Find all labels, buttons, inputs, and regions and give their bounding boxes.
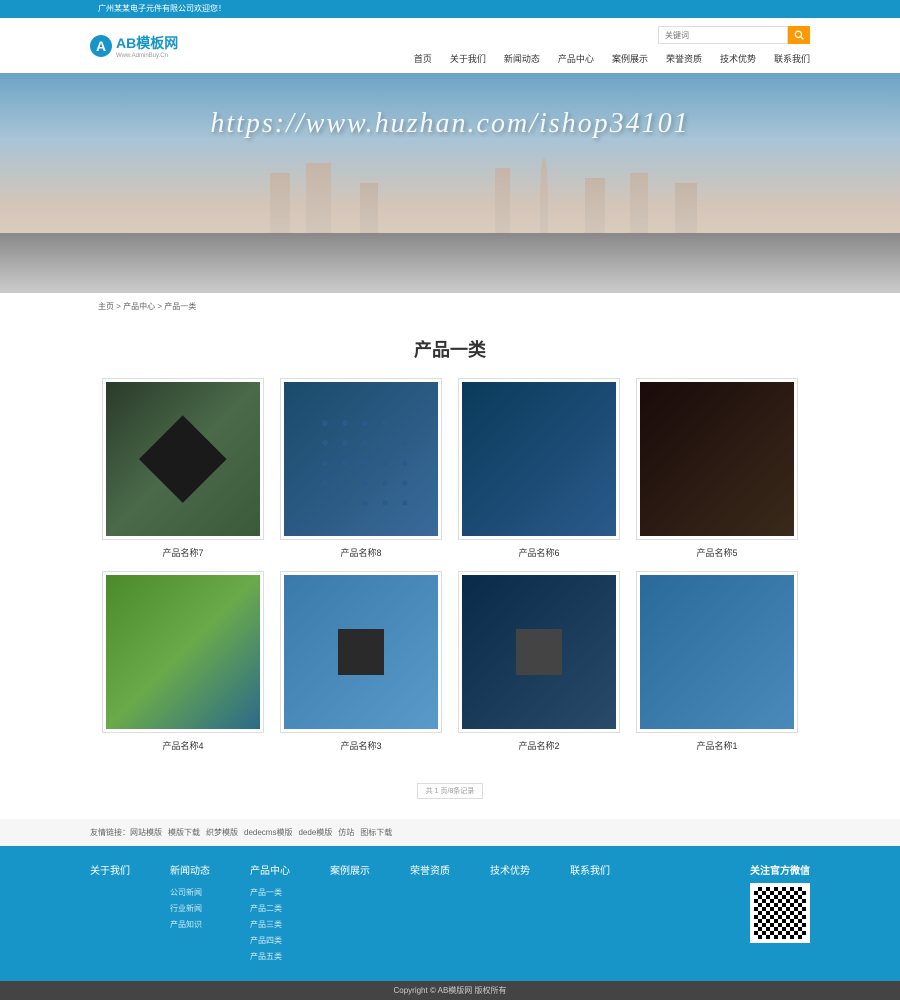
product-item[interactable]: 产品名称1 (636, 571, 798, 752)
footer: 关于我们新闻动态公司新闻行业新闻产品知识产品中心产品一类产品二类产品三类产品四类… (0, 846, 900, 981)
footer-col-title[interactable]: 案例展示 (330, 862, 370, 877)
product-image (458, 571, 620, 733)
footer-column: 产品中心产品一类产品二类产品三类产品四类产品五类 (250, 862, 290, 965)
footer-link[interactable]: 产品四类 (250, 933, 290, 949)
nav-home[interactable]: 首页 (414, 52, 432, 65)
product-item[interactable]: 产品名称8 (280, 378, 442, 559)
breadcrumb: 主页 > 产品中心 > 产品一类 (90, 293, 810, 320)
page-title: 产品一类 (90, 320, 810, 378)
footer-col-title[interactable]: 新闻动态 (170, 862, 210, 877)
footer-link[interactable]: 行业新闻 (170, 901, 210, 917)
footer-col-title[interactable]: 荣誉资质 (410, 862, 450, 877)
nav-products[interactable]: 产品中心 (558, 52, 594, 65)
breadcrumb-current: 产品一类 (164, 302, 196, 311)
product-image (102, 571, 264, 733)
product-item[interactable]: 产品名称3 (280, 571, 442, 752)
footer-col-title[interactable]: 联系我们 (570, 862, 610, 877)
product-item[interactable]: 产品名称7 (102, 378, 264, 559)
friend-link[interactable]: dedecms模版 (244, 828, 292, 837)
pagination-info: 共 1 页/8条记录 (417, 783, 484, 799)
product-item[interactable]: 产品名称2 (458, 571, 620, 752)
footer-column: 技术优势 (490, 862, 530, 965)
copyright-text: Copyright © AB模版网 版权所有 (393, 986, 506, 995)
product-name: 产品名称7 (102, 546, 264, 559)
search-form (658, 26, 810, 44)
friend-link[interactable]: 网站模版 (130, 828, 162, 837)
product-image (102, 378, 264, 540)
product-name: 产品名称4 (102, 739, 264, 752)
product-item[interactable]: 产品名称4 (102, 571, 264, 752)
product-image (458, 378, 620, 540)
search-input[interactable] (658, 26, 788, 44)
pagination: 共 1 页/8条记录 (90, 772, 810, 819)
nav-news[interactable]: 新闻动态 (504, 52, 540, 65)
footer-col-title[interactable]: 关于我们 (90, 862, 130, 877)
product-name: 产品名称5 (636, 546, 798, 559)
friendlinks-label: 友情链接： (90, 828, 130, 837)
topbar: 广州某某电子元件有限公司欢迎您！ (0, 0, 900, 18)
main-nav: 首页 关于我们 新闻动态 产品中心 案例展示 荣誉资质 技术优势 联系我们 (414, 52, 810, 65)
logo-sub-text: Www.AdminBuy.Cn (116, 53, 178, 59)
qr-code (750, 883, 810, 943)
footer-link[interactable]: 产品五类 (250, 949, 290, 965)
friend-link[interactable]: 仿站 (338, 828, 354, 837)
logo-icon: A (90, 35, 112, 57)
product-image (636, 571, 798, 733)
logo[interactable]: A AB模板网 Www.AdminBuy.Cn (90, 33, 178, 59)
product-name: 产品名称1 (636, 739, 798, 752)
friend-link[interactable]: 织梦模版 (206, 828, 238, 837)
breadcrumb-l1[interactable]: 产品中心 (123, 302, 155, 311)
nav-contact[interactable]: 联系我们 (774, 52, 810, 65)
friend-link[interactable]: 模版下载 (168, 828, 200, 837)
friend-link[interactable]: dede模版 (298, 828, 332, 837)
logo-main-text: AB模板网 (116, 33, 178, 53)
qr-title: 关注官方微信 (750, 862, 810, 877)
product-item[interactable]: 产品名称5 (636, 378, 798, 559)
product-item[interactable]: 产品名称6 (458, 378, 620, 559)
welcome-text: 广州某某电子元件有限公司欢迎您！ (90, 0, 810, 18)
footer-link[interactable]: 产品二类 (250, 901, 290, 917)
footer-column: 新闻动态公司新闻行业新闻产品知识 (170, 862, 210, 965)
footer-col-title[interactable]: 产品中心 (250, 862, 290, 877)
footer-column: 关于我们 (90, 862, 130, 965)
nav-cases[interactable]: 案例展示 (612, 52, 648, 65)
nav-about[interactable]: 关于我们 (450, 52, 486, 65)
footer-link[interactable]: 产品三类 (250, 917, 290, 933)
footer-column: 荣誉资质 (410, 862, 450, 965)
footer-column: 案例展示 (330, 862, 370, 965)
footer-link[interactable]: 公司新闻 (170, 885, 210, 901)
footer-col-title[interactable]: 技术优势 (490, 862, 530, 877)
footer-link[interactable]: 产品一类 (250, 885, 290, 901)
footer-qr: 关注官方微信 (750, 862, 810, 965)
product-image (280, 571, 442, 733)
product-image (280, 378, 442, 540)
product-name: 产品名称3 (280, 739, 442, 752)
banner-watermark: https://www.huzhan.com/ishop34101 (0, 108, 900, 140)
nav-tech[interactable]: 技术优势 (720, 52, 756, 65)
friend-link[interactable]: 图标下载 (360, 828, 392, 837)
product-image (636, 378, 798, 540)
product-grid: 产品名称7 产品名称8 产品名称6 产品名称5 产品名称4 产品名称3 产品名称2 产品名称1 (90, 378, 810, 772)
search-icon (794, 30, 804, 40)
friend-links: 友情链接：网站模版模版下载织梦模版 dedecms模版 dede模版仿站图标下载 (0, 819, 900, 846)
banner: https://www.huzhan.com/ishop34101 (0, 73, 900, 293)
footer-column: 联系我们 (570, 862, 610, 965)
search-button[interactable] (788, 26, 810, 44)
breadcrumb-home[interactable]: 主页 (98, 302, 114, 311)
header: A AB模板网 Www.AdminBuy.Cn 首页 关于我们 新闻动态 产品中… (0, 18, 900, 73)
nav-honor[interactable]: 荣誉资质 (666, 52, 702, 65)
product-name: 产品名称6 (458, 546, 620, 559)
product-name: 产品名称8 (280, 546, 442, 559)
footer-link[interactable]: 产品知识 (170, 917, 210, 933)
product-name: 产品名称2 (458, 739, 620, 752)
copyright: Copyright © AB模版网 版权所有 (0, 981, 900, 1000)
